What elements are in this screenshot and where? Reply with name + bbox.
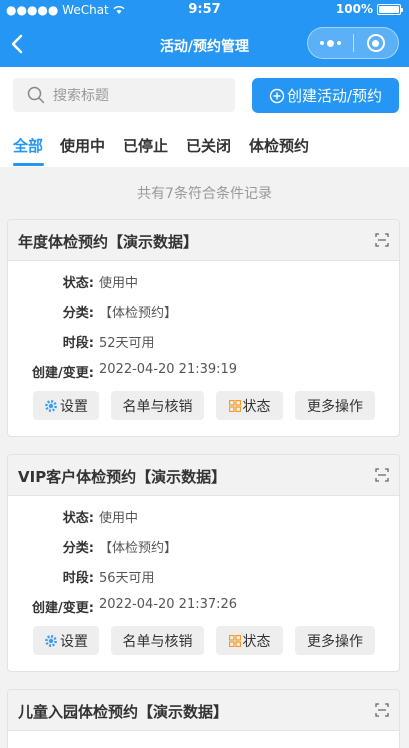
close-mini-program-icon[interactable] <box>354 34 399 52</box>
period-value: 56天可用 <box>99 571 155 586</box>
activity-card: 儿童入园体检预约【演示数据】 <box>7 689 400 748</box>
create-activity-button[interactable]: 创建活动/预约 <box>252 78 399 113</box>
period-row: 时段: 56天可用 <box>8 567 399 587</box>
settings-label: 设置 <box>60 398 88 415</box>
more-actions-button[interactable]: 更多操作 <box>295 626 375 655</box>
more-actions-label: 更多操作 <box>307 633 363 650</box>
expand-icon[interactable] <box>375 233 389 247</box>
grid-icon <box>228 634 241 647</box>
expand-icon[interactable] <box>375 703 389 717</box>
search-icon <box>27 86 45 104</box>
expand-icon[interactable] <box>375 468 389 482</box>
status-value: 使用中 <box>99 276 139 291</box>
filter-area: 搜索标题 创建活动/预约 全部 使用中 已停止 已关闭 体检预约 <box>0 67 409 167</box>
tab-checkup-booking[interactable]: 体检预约 <box>249 135 309 156</box>
category-value: 【体检预约】 <box>99 306 178 321</box>
roster-label: 名单与核销 <box>122 398 193 415</box>
more-actions-label: 更多操作 <box>307 398 363 415</box>
settings-button[interactable]: 设置 <box>33 391 99 420</box>
settings-button[interactable]: 设置 <box>33 626 99 655</box>
gear-icon <box>45 634 57 647</box>
search-placeholder: 搜索标题 <box>53 88 109 104</box>
created-label: 创建/变更: <box>32 366 94 381</box>
record-count: 共有7条符合条件记录 <box>137 186 272 202</box>
period-value: 52天可用 <box>99 336 155 351</box>
status-button[interactable]: 状态 <box>216 626 283 655</box>
created-row: 创建/变更: 2022-04-20 21:37:26 <box>8 597 399 617</box>
category-row: 分类: 【体检预约】 <box>8 537 399 557</box>
roster-button[interactable]: 名单与核销 <box>111 391 204 420</box>
card-header[interactable]: 儿童入园体检预约【演示数据】 <box>8 690 399 731</box>
battery-label: 100% <box>335 2 373 16</box>
activity-card: VIP客户体检预约【演示数据】 状态: 使用中 分类: 【体检预约】 时段: 5… <box>7 454 400 672</box>
battery-indicator: 100% <box>335 2 403 16</box>
navigation-bar: 活动/预约管理 <box>0 20 409 67</box>
roster-label: 名单与核销 <box>122 633 193 650</box>
battery-icon <box>377 3 403 15</box>
add-circle-icon <box>269 88 285 103</box>
card-header[interactable]: 年度体检预约【演示数据】 <box>8 220 399 261</box>
category-row: 分类: 【体检预约】 <box>8 302 399 322</box>
created-label: 创建/变更: <box>32 601 94 616</box>
status-label: 状态: <box>62 276 94 291</box>
tab-all[interactable]: 全部 <box>13 135 43 156</box>
active-tab-indicator <box>13 163 44 166</box>
period-label: 时段: <box>62 571 94 586</box>
status-button-label: 状态 <box>242 398 271 415</box>
activity-card: 年度体检预约【演示数据】 状态: 使用中 分类: 【体检预约】 时段: 52天可… <box>7 219 400 437</box>
settings-label: 设置 <box>60 633 88 650</box>
tab-in-use[interactable]: 使用中 <box>60 135 105 156</box>
period-row: 时段: 52天可用 <box>8 332 399 352</box>
status-value: 使用中 <box>99 511 139 526</box>
tab-stopped[interactable]: 已停止 <box>123 135 168 156</box>
grid-icon <box>228 399 241 412</box>
status-button-label: 状态 <box>242 633 271 650</box>
status-bar: ●●●●● WeChat 9:57 100% <box>0 0 409 20</box>
more-dots-icon[interactable] <box>308 39 353 47</box>
created-row: 创建/变更: 2022-04-20 21:39:19 <box>8 362 399 382</box>
card-header[interactable]: VIP客户体检预约【演示数据】 <box>8 455 399 496</box>
status-button[interactable]: 状态 <box>216 391 283 420</box>
period-label: 时段: <box>62 336 94 351</box>
category-value: 【体检预约】 <box>99 541 178 556</box>
more-actions-button[interactable]: 更多操作 <box>295 391 375 420</box>
create-button-label: 创建活动/预约 <box>286 87 383 105</box>
roster-button[interactable]: 名单与核销 <box>111 626 204 655</box>
category-label: 分类: <box>62 306 94 321</box>
created-value: 2022-04-20 21:39:19 <box>99 362 238 377</box>
tab-closed[interactable]: 已关闭 <box>186 135 231 156</box>
status-tabs: 全部 使用中 已停止 已关闭 体检预约 <box>0 132 409 167</box>
created-value: 2022-04-20 21:37:26 <box>99 597 238 612</box>
card-title: VIP客户体检预约【演示数据】 <box>18 468 227 486</box>
card-title: 年度体检预约【演示数据】 <box>18 233 199 251</box>
category-label: 分类: <box>62 541 94 556</box>
search-input[interactable]: 搜索标题 <box>13 78 235 112</box>
status-label: 状态: <box>62 511 94 526</box>
status-row: 状态: 使用中 <box>8 272 399 292</box>
gear-icon <box>45 399 57 412</box>
mini-program-capsule <box>307 27 399 59</box>
card-title: 儿童入园体检预约【演示数据】 <box>18 703 229 721</box>
status-row: 状态: 使用中 <box>8 507 399 527</box>
